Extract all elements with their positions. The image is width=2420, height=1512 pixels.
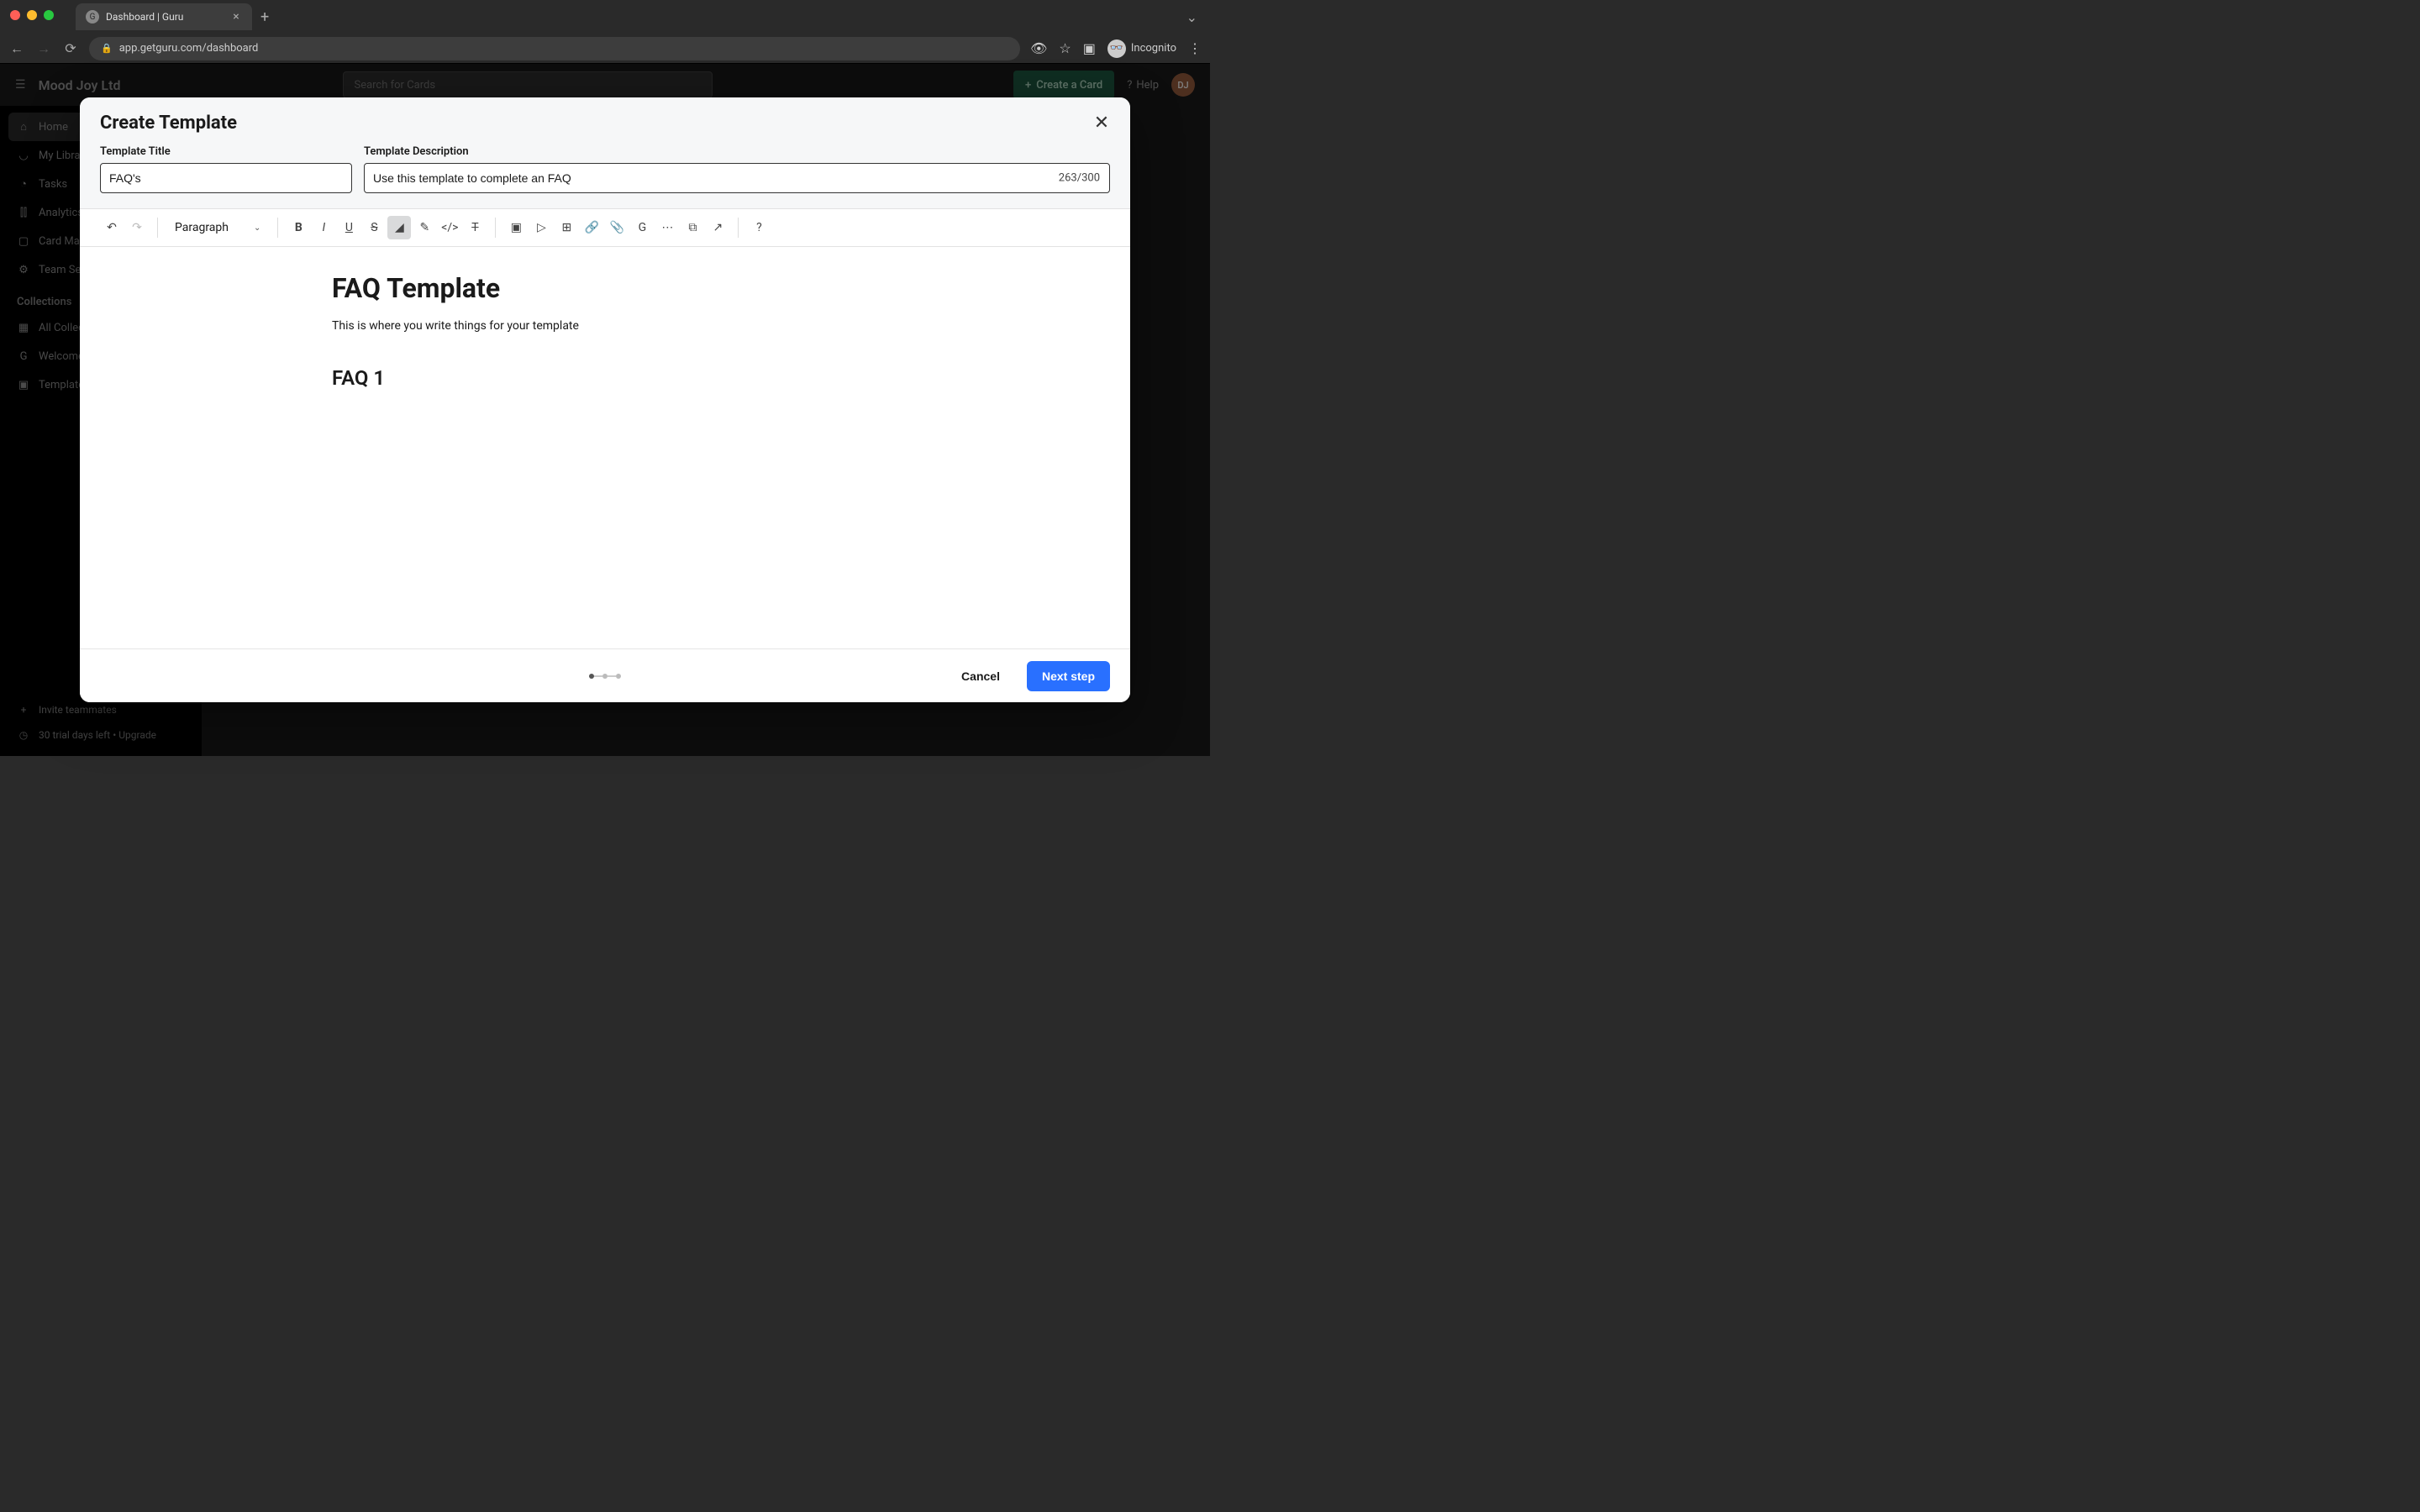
strikethrough-button[interactable]: S <box>362 216 386 239</box>
create-template-modal: Create Template ✕ Template Title Templat… <box>80 97 1130 702</box>
window-controls <box>10 10 54 20</box>
attachment-button[interactable]: 📎 <box>605 216 629 239</box>
char-count: 263/300 <box>1059 172 1100 185</box>
tab-title: Dashboard | Guru <box>106 11 224 23</box>
cancel-button[interactable]: Cancel <box>946 661 1015 691</box>
forward-button[interactable]: → <box>35 40 52 57</box>
title-label: Template Title <box>100 145 352 158</box>
undo-button[interactable]: ↶ <box>100 216 124 239</box>
code-button[interactable]: </> <box>438 216 461 239</box>
editor-paragraph: This is where you write things for your … <box>332 319 878 333</box>
panel-icon[interactable]: ▣ <box>1083 40 1096 56</box>
help-button[interactable]: ? <box>747 216 771 239</box>
template-description-input[interactable] <box>364 163 1110 193</box>
incognito-badge[interactable]: 👓 Incognito <box>1107 39 1176 58</box>
new-tab-button[interactable]: + <box>260 8 269 26</box>
app-root: ☰ Mood Joy Ltd Search for Cards + Create… <box>0 64 1210 756</box>
minimize-window-button[interactable] <box>27 10 37 20</box>
template-title-input[interactable] <box>100 163 352 193</box>
maximize-window-button[interactable] <box>44 10 54 20</box>
toolbar-separator <box>157 218 158 238</box>
block-button[interactable]: ⧉ <box>681 216 704 239</box>
italic-button[interactable]: I <box>312 216 335 239</box>
tab-favicon-icon: G <box>86 10 99 24</box>
progress-stepper <box>589 674 621 679</box>
table-button[interactable]: ⊞ <box>555 216 578 239</box>
divider-button[interactable]: ⋯ <box>655 216 679 239</box>
toolbar-separator <box>495 218 496 238</box>
image-button[interactable]: ▣ <box>504 216 528 239</box>
browser-url-bar: ← → ⟳ 🔒 app.getguru.com/dashboard 👁 ☆ ▣ … <box>0 34 1210 64</box>
editor-toolbar: ↶ ↷ Paragraph ⌄ B I U S ◢ ✎ </> T ▣ ▷ ⊞ <box>80 208 1130 247</box>
link-button[interactable]: 🔗 <box>580 216 603 239</box>
back-button[interactable]: ← <box>8 40 25 57</box>
modal-overlay: Create Template ✕ Template Title Templat… <box>0 64 1210 756</box>
desc-label: Template Description <box>364 145 1110 158</box>
reload-button[interactable]: ⟳ <box>62 40 79 56</box>
next-step-button[interactable]: Next step <box>1027 661 1110 691</box>
eye-off-icon[interactable]: 👁 <box>1030 40 1047 56</box>
underline-button[interactable]: U <box>337 216 360 239</box>
incognito-icon: 👓 <box>1107 39 1126 58</box>
video-button[interactable]: ▷ <box>529 216 553 239</box>
modal-title: Create Template <box>100 113 1110 134</box>
browser-action-icons: 👁 ☆ ▣ 👓 Incognito ⋮ <box>1030 39 1202 58</box>
toolbar-separator <box>738 218 739 238</box>
lock-icon: 🔒 <box>101 43 113 54</box>
bold-button[interactable]: B <box>287 216 310 239</box>
guru-card-button[interactable]: G <box>630 216 654 239</box>
chevron-down-icon: ⌄ <box>254 223 260 233</box>
step-line <box>608 675 616 677</box>
editor-subheading: FAQ 1 <box>332 366 878 390</box>
modal-header: Create Template ✕ <box>80 97 1130 134</box>
iframe-button[interactable]: ↗ <box>706 216 729 239</box>
url-field[interactable]: 🔒 app.getguru.com/dashboard <box>89 37 1020 60</box>
browser-tab-bar: G Dashboard | Guru × + ⌄ <box>0 0 1210 34</box>
title-field-group: Template Title <box>100 145 352 193</box>
style-dropdown-label: Paragraph <box>175 221 229 234</box>
highlight-button[interactable]: ◢ <box>387 216 411 239</box>
modal-form: Template Title Template Description 263/… <box>80 134 1130 208</box>
kebab-menu-icon[interactable]: ⋮ <box>1188 40 1202 56</box>
star-icon[interactable]: ☆ <box>1059 40 1071 56</box>
modal-footer: Cancel Next step <box>80 648 1130 702</box>
clear-format-button[interactable]: T <box>463 216 487 239</box>
editor-heading: FAQ Template <box>332 272 878 304</box>
redo-button[interactable]: ↷ <box>125 216 149 239</box>
close-tab-icon[interactable]: × <box>230 11 242 23</box>
text-color-button[interactable]: ✎ <box>413 216 436 239</box>
step-line <box>594 675 602 677</box>
tab-overflow-icon[interactable]: ⌄ <box>1186 9 1197 25</box>
incognito-label: Incognito <box>1131 42 1176 55</box>
step-dot-3 <box>616 674 621 679</box>
browser-tab[interactable]: G Dashboard | Guru × <box>76 3 252 30</box>
close-modal-button[interactable]: ✕ <box>1090 111 1113 134</box>
paragraph-style-dropdown[interactable]: Paragraph ⌄ <box>166 221 269 234</box>
toolbar-separator <box>277 218 278 238</box>
close-window-button[interactable] <box>10 10 20 20</box>
url-text: app.getguru.com/dashboard <box>119 42 259 55</box>
editor-body[interactable]: FAQ Template This is where you write thi… <box>80 247 1130 648</box>
desc-field-group: Template Description 263/300 <box>364 145 1110 193</box>
